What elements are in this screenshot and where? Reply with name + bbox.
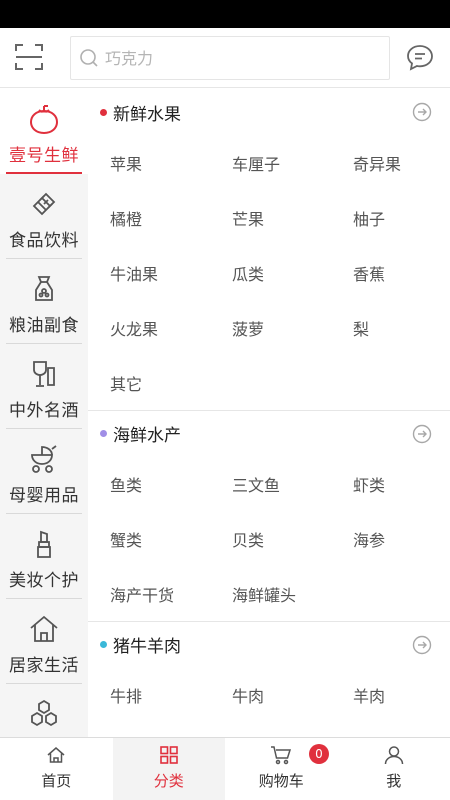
- category-item[interactable]: 虾类: [331, 456, 450, 511]
- top-header: [0, 28, 450, 88]
- tab-category[interactable]: 分类: [112, 738, 225, 800]
- sidebar-item-food-drinks[interactable]: 食品饮料: [0, 174, 88, 259]
- category-item[interactable]: 三文鱼: [210, 456, 331, 511]
- tab-me[interactable]: 我: [338, 738, 450, 800]
- category-item[interactable]: 海鲜罐头: [210, 566, 331, 621]
- section-header-fruit[interactable]: 新鲜水果: [88, 89, 450, 135]
- message-button[interactable]: [404, 42, 436, 74]
- search-box[interactable]: [70, 36, 390, 80]
- section-dot: [100, 108, 107, 116]
- chocolate-icon: [26, 186, 62, 222]
- arrow-right-circle-icon[interactable]: [412, 102, 432, 122]
- category-item[interactable]: 牛排: [88, 667, 210, 722]
- sidebar-item-baby[interactable]: 母婴用品: [0, 429, 88, 514]
- sidebar-item-more[interactable]: [0, 684, 88, 737]
- fruit-grid: 苹果 车厘子 奇异果 橘橙 芒果 柚子 牛油果 瓜类 香蕉 火龙果 菠萝 梨 其…: [88, 135, 450, 410]
- category-item[interactable]: 香蕉: [331, 245, 450, 300]
- arrow-right-circle-icon[interactable]: [412, 424, 432, 444]
- sidebar-item-label: 美妆个护: [9, 571, 79, 591]
- arrow-right-circle-icon[interactable]: [412, 635, 432, 655]
- category-item[interactable]: 猪肉: [88, 722, 210, 737]
- tab-home[interactable]: 首页: [0, 738, 113, 800]
- tab-label: 分类: [153, 772, 184, 790]
- sidebar-item-wine[interactable]: 中外名酒: [0, 344, 88, 429]
- wine-icon: [26, 356, 62, 392]
- section-dot: [100, 430, 107, 437]
- stroller-icon: [26, 441, 62, 477]
- category-item[interactable]: 车厘子: [210, 135, 331, 190]
- category-grid-icon: [158, 744, 180, 766]
- category-item[interactable]: 牛肉: [210, 667, 331, 722]
- sidebar-item-label: 食品饮料: [9, 231, 79, 251]
- tab-label: 购物车: [258, 772, 304, 790]
- category-item[interactable]: 柚子: [331, 190, 450, 245]
- status-bar: [0, 0, 450, 28]
- category-item[interactable]: 瓜类: [210, 245, 331, 300]
- seafood-grid: 鱼类 三文鱼 虾类 蟹类 贝类 海参 海产干货 海鲜罐头: [88, 456, 450, 621]
- sidebar-item-label: 壹号生鲜: [9, 146, 79, 166]
- category-item[interactable]: 羊肉: [331, 667, 450, 722]
- category-item[interactable]: 贝类: [210, 511, 331, 566]
- scan-icon: [15, 44, 43, 70]
- home-icon: [45, 744, 67, 766]
- category-item[interactable]: 海参: [331, 511, 450, 566]
- category-sidebar: 壹号生鲜 食品饮料 粮油副食 中外名酒 母婴用品 美妆个护 居家生活: [0, 89, 88, 737]
- scan-button[interactable]: [12, 40, 46, 74]
- tab-label: 我: [386, 772, 402, 790]
- category-item[interactable]: 橘橙: [88, 190, 210, 245]
- section-header-meat[interactable]: 猪牛羊肉: [88, 621, 450, 667]
- sidebar-item-grain-oil[interactable]: 粮油副食: [0, 259, 88, 344]
- category-item[interactable]: 梨: [331, 300, 450, 355]
- chat-bubble-icon: [407, 45, 433, 71]
- rice-bag-icon: [26, 271, 62, 307]
- meat-grid: 牛排 牛肉 羊肉 猪肉: [88, 667, 450, 737]
- sidebar-item-label: 粮油副食: [9, 316, 79, 336]
- sidebar-item-home-living[interactable]: 居家生活: [0, 599, 88, 684]
- user-icon: [383, 744, 405, 766]
- sidebar-item-label: 中外名酒: [9, 401, 79, 421]
- house-icon: [26, 611, 62, 647]
- category-item[interactable]: 海产干货: [88, 566, 210, 621]
- section-title: 新鲜水果: [113, 104, 181, 125]
- category-item[interactable]: 其它: [88, 355, 210, 410]
- category-item[interactable]: 芒果: [210, 190, 331, 245]
- category-item[interactable]: 牛油果: [88, 245, 210, 300]
- sidebar-item-label: 母婴用品: [9, 486, 79, 506]
- tab-cart[interactable]: 0 购物车: [225, 738, 338, 800]
- section-dot: [100, 641, 107, 648]
- category-item[interactable]: 奇异果: [331, 135, 450, 190]
- lipstick-icon: [26, 526, 62, 562]
- sidebar-item-label: 居家生活: [9, 656, 79, 676]
- sidebar-item-beauty[interactable]: 美妆个护: [0, 514, 88, 599]
- cart-count-badge: 0: [309, 744, 329, 764]
- category-content: 新鲜水果 苹果 车厘子 奇异果 橘橙 芒果 柚子 牛油果 瓜类 香蕉 火龙果 菠…: [88, 89, 450, 737]
- category-item[interactable]: 菠萝: [210, 300, 331, 355]
- search-input[interactable]: [105, 48, 375, 68]
- tab-label: 首页: [41, 772, 72, 790]
- category-item[interactable]: 火龙果: [88, 300, 210, 355]
- section-title: 猪牛羊肉: [113, 637, 181, 657]
- category-item[interactable]: 鱼类: [88, 456, 210, 511]
- hexagon-icon: [26, 696, 62, 732]
- category-item[interactable]: 苹果: [88, 135, 210, 190]
- search-icon: [79, 47, 101, 69]
- cart-icon: [270, 744, 292, 766]
- tomato-icon: [26, 101, 62, 137]
- section-title: 海鲜水产: [113, 426, 181, 446]
- bottom-tab-bar: 首页 分类 0 购物车 我: [0, 737, 450, 800]
- section-header-seafood[interactable]: 海鲜水产: [88, 410, 450, 456]
- sidebar-item-fresh[interactable]: 壹号生鲜: [0, 89, 88, 174]
- category-item[interactable]: 蟹类: [88, 511, 210, 566]
